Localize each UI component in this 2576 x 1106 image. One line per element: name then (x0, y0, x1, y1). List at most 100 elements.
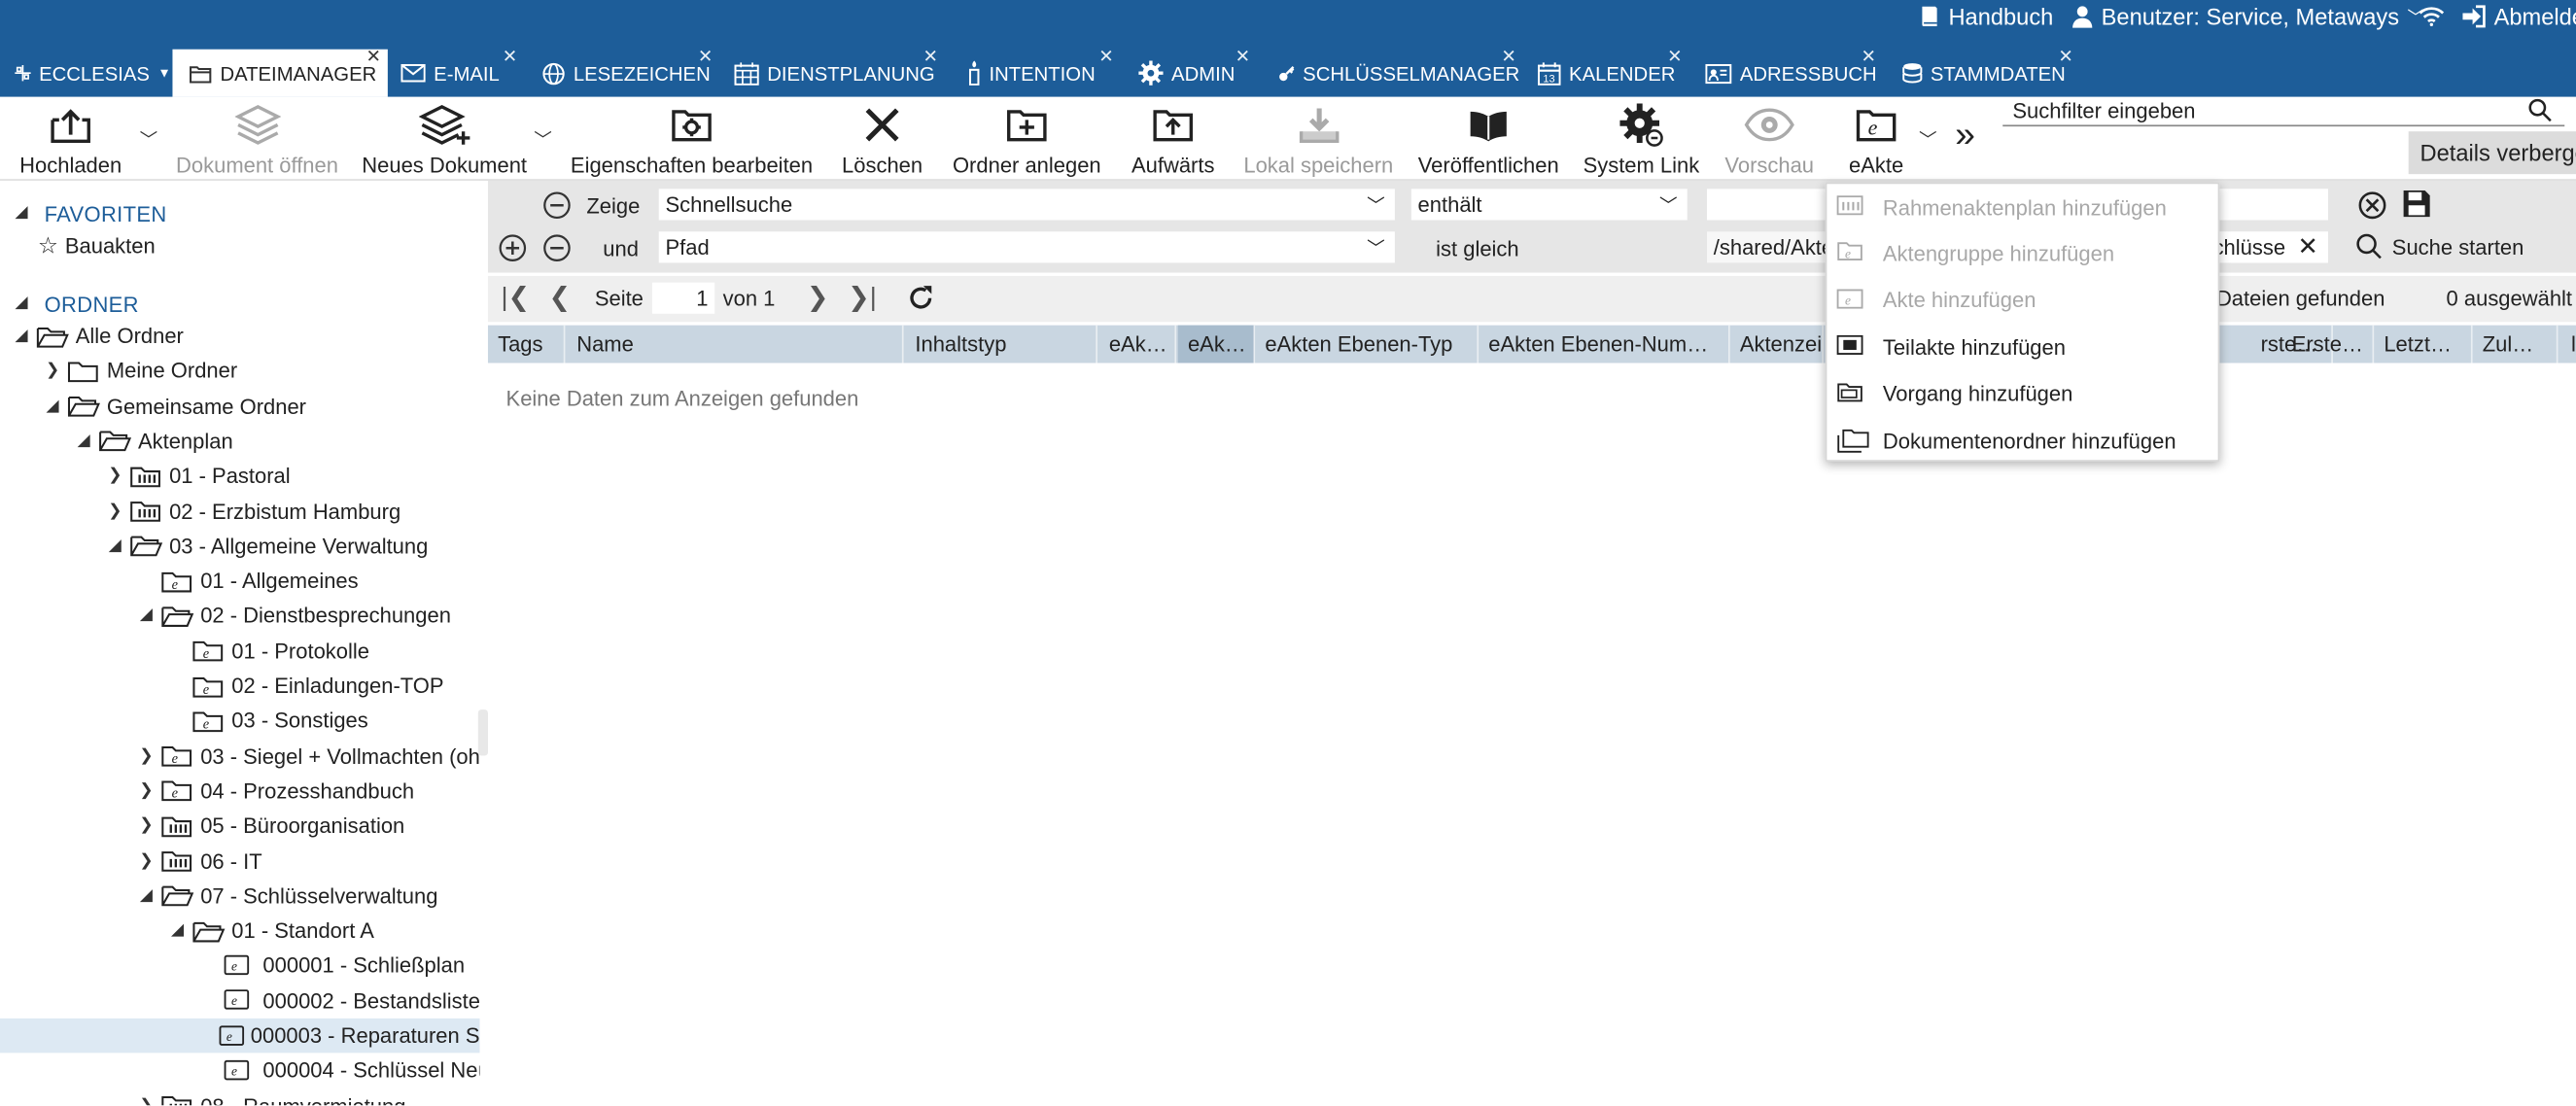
tab-stammdaten[interactable]: STAMMDATEN ✕ (1902, 48, 2076, 97)
collapse-triangle-icon[interactable]: ◢ (138, 606, 155, 625)
close-icon[interactable]: ✕ (2058, 46, 2073, 67)
tree-node[interactable]: e 000001 - Schließplan (200, 949, 465, 983)
field-select[interactable]: Schnellsuche ﹀ (658, 189, 1395, 221)
publish-button[interactable]: Veröffentlichen (1414, 97, 1562, 181)
tab-dateimanager[interactable]: DATEIMANAGER ✕ (172, 48, 388, 97)
tree-node[interactable]: ❯ 01 - Pastoral (107, 459, 290, 493)
tree-node[interactable]: ◢ Aktenplan (76, 424, 233, 458)
close-icon[interactable]: ✕ (503, 46, 518, 67)
tree-node[interactable]: ❯ 02 - Erzbistum Hamburg (107, 494, 400, 528)
collapse-triangle-icon[interactable]: ◢ (107, 536, 123, 555)
chevron-right-icon[interactable]: ❯ (138, 851, 155, 870)
eakte-button[interactable]: e eAkte (1840, 97, 1912, 181)
system-link-button[interactable]: System Link (1581, 97, 1702, 181)
close-icon[interactable]: ✕ (1236, 46, 1251, 67)
menu-item[interactable]: Rahmenaktenplan hinzufügen (1827, 184, 2217, 229)
tree-node[interactable]: ❯ e 03 - Siegel + Vollmachten (ohr (138, 739, 479, 773)
chevron-right-icon[interactable]: ❯ (138, 746, 155, 765)
close-icon[interactable]: ✕ (1862, 46, 1877, 67)
add-filter-icon[interactable] (498, 233, 527, 262)
tree-node[interactable]: ❯ 05 - Büroorganisation (138, 809, 404, 843)
tree-node[interactable]: ◢ 07 - Schlüsselverwaltung (138, 879, 438, 913)
column-header[interactable]: Zul… (2473, 325, 2559, 363)
tab-intention[interactable]: INTENTION ✕ (967, 48, 1117, 97)
tree-node[interactable]: e 000002 - Bestandsliste (200, 984, 480, 1018)
tree-node[interactable]: ◢ 02 - Dienstbesprechungen (138, 599, 451, 633)
preview-button[interactable]: Vorschau (1721, 97, 1819, 181)
collapse-triangle-icon[interactable]: ◢ (76, 432, 92, 450)
favorite-item-bauakten[interactable]: ☆ Bauakten (38, 228, 156, 262)
collapse-triangle-icon[interactable]: ◢ (138, 886, 155, 905)
collapse-triangle-icon[interactable]: ◢ (14, 204, 30, 223)
upload-menu-chevron-icon[interactable]: ﹀ (140, 126, 158, 153)
tree-node[interactable]: ◢ Gemeinsame Ordner (45, 389, 306, 423)
chevron-right-icon[interactable]: ❯ (138, 781, 155, 800)
tree-node[interactable]: ❯ 08 - Raumvermietung (138, 1089, 405, 1106)
close-icon[interactable]: ✕ (366, 46, 382, 67)
column-header[interactable]: Letzt… (2374, 325, 2473, 363)
close-icon[interactable]: ✕ (922, 46, 938, 67)
tree-node[interactable]: ❯ e 04 - Prozesshandbuch (138, 774, 414, 808)
field-select-2[interactable]: Pfad ﹀ (658, 231, 1395, 263)
open-document-button[interactable]: Dokument öffnen (172, 97, 341, 181)
tab-lesezeichen[interactable]: LESEZEICHEN ✕ (542, 48, 716, 97)
search-input[interactable]: Suchfilter eingeben (2002, 97, 2565, 127)
next-page-icon[interactable]: ❯ (807, 281, 829, 314)
remove-filter-icon[interactable] (542, 233, 572, 262)
logout-link[interactable]: Abmelde (2461, 2, 2576, 30)
tree-node[interactable]: ◢ 01 - Standort A (169, 914, 374, 948)
collapse-triangle-icon[interactable]: ◢ (14, 327, 30, 345)
chevron-right-icon[interactable]: ❯ (138, 1096, 155, 1105)
tree-node[interactable]: ❯ 06 - IT (138, 844, 261, 878)
new-document-chevron-icon[interactable]: ﹀ (534, 126, 552, 153)
operator-select[interactable]: enthält ﹀ (1410, 189, 1688, 221)
menu-item[interactable]: Teilakte hinzufügen (1827, 324, 2217, 369)
save-filter-icon[interactable] (2402, 189, 2431, 218)
tree-node[interactable]: e 03 - Sonstiges (169, 704, 368, 738)
delete-button[interactable]: Löschen (840, 97, 925, 181)
start-search-button[interactable]: Suche starten (2356, 233, 2524, 259)
close-icon[interactable]: ✕ (2297, 231, 2317, 261)
column-header[interactable]: eAk… (1099, 325, 1177, 363)
column-header[interactable]: Name (567, 325, 904, 363)
remove-filter-icon[interactable] (542, 190, 572, 220)
tree-node[interactable]: e 02 - Einladungen-TOP (169, 669, 444, 703)
tab-email[interactable]: E-MAIL ✕ (400, 48, 524, 97)
column-header[interactable]: l. (2561, 326, 2576, 363)
column-header[interactable]: Aktenzei (1730, 325, 1825, 363)
tab-admin[interactable]: ADMIN ✕ (1138, 48, 1253, 97)
tab-adressbuch[interactable]: ADRESSBUCH ✕ (1705, 48, 1879, 97)
first-page-icon[interactable]: |❮ (501, 281, 530, 314)
menu-item[interactable]: e Aktengruppe hinzufügen (1827, 230, 2217, 276)
column-header[interactable]: eAkten Ebenen-Num… (1479, 325, 1730, 363)
close-icon[interactable]: ✕ (1098, 46, 1114, 67)
tab-ecclesias[interactable]: ECCLESIAS ▼ (0, 50, 171, 97)
tab-schluesselmanager[interactable]: SCHLÜSSELMANAGER ✕ (1278, 48, 1519, 97)
filter-value-input-right[interactable] (2212, 189, 2328, 221)
upload-button[interactable]: Hochladen (18, 97, 123, 181)
collapse-triangle-icon[interactable]: ◢ (169, 921, 186, 940)
tree-node[interactable]: e 000004 - Schlüssel Neu (200, 1054, 480, 1088)
eakte-chevron-icon[interactable]: ﹀ (1919, 126, 1937, 153)
user-menu[interactable]: Benutzer: Service, Metaways ﹀ (2071, 2, 2423, 30)
tab-dienstplanung[interactable]: DIENSTPLANUNG ✕ (734, 48, 941, 97)
column-header[interactable]: eAkten Ebenen-Typ (1255, 325, 1479, 363)
chevron-right-icon[interactable]: ❯ (107, 467, 123, 485)
tree-node[interactable]: e 000003 - Reparaturen S (0, 1018, 480, 1054)
save-local-button[interactable]: Lokal speichern (1240, 97, 1397, 181)
page-input[interactable]: 1 (651, 282, 715, 314)
panel-splitter[interactable] (477, 709, 488, 756)
tab-kalender[interactable]: 13 KALENDER ✕ (1537, 48, 1686, 97)
last-page-icon[interactable]: ❯| (848, 281, 877, 314)
column-header[interactable]: Erste… (2282, 325, 2375, 363)
tree-node[interactable]: e 01 - Allgemeines (138, 564, 359, 598)
create-folder-button[interactable]: Ordner anlegen (950, 97, 1104, 181)
refresh-icon[interactable] (907, 284, 935, 312)
more-double-chevron-icon[interactable]: » (1955, 114, 1975, 156)
up-button[interactable]: Aufwärts (1127, 97, 1219, 181)
column-header[interactable]: Inhaltstyp (905, 325, 1097, 363)
edit-properties-button[interactable]: Eigenschaften bearbeiten (569, 97, 816, 181)
hide-details-button[interactable]: Details verberge (2408, 131, 2576, 175)
column-header[interactable]: eAk… (1177, 325, 1256, 363)
clear-filter-icon[interactable] (2357, 190, 2386, 220)
